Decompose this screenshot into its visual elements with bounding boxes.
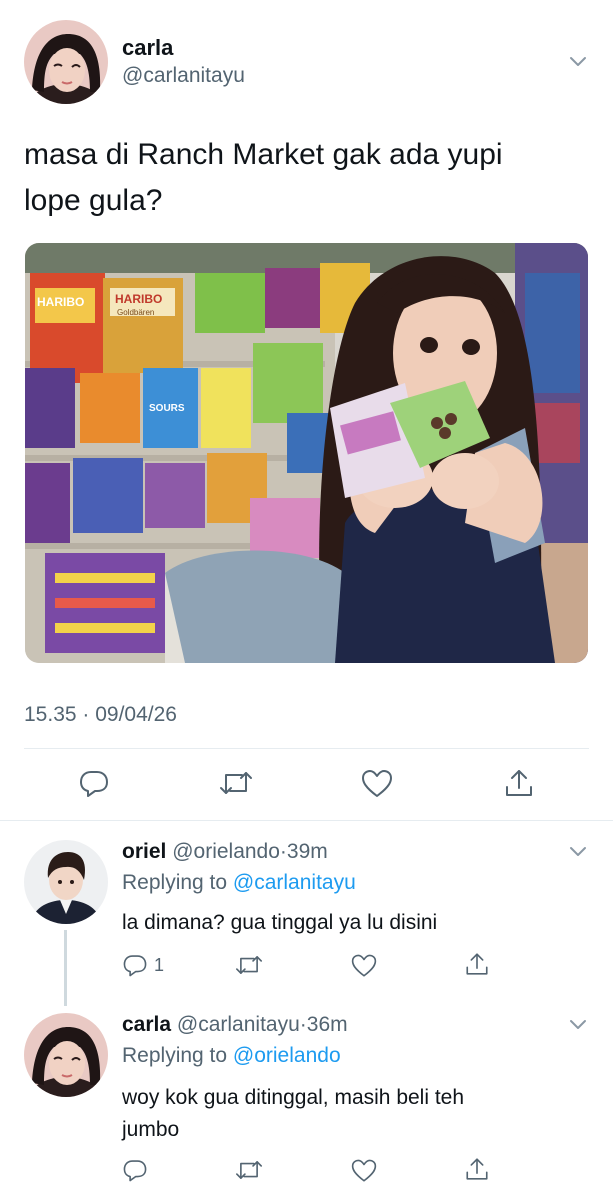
- replying-to-line: Replying to @orielando: [122, 1044, 341, 1068]
- tweet-photo[interactable]: HARIBO HARIBO Goldbären SOURS: [25, 243, 588, 663]
- like-button[interactable]: [360, 768, 394, 805]
- reply-icon: [123, 955, 147, 977]
- photo-label: Goldbären: [117, 308, 154, 317]
- retweet-button[interactable]: [234, 952, 264, 983]
- reply-button[interactable]: [122, 1157, 148, 1188]
- reply-text-line: jumbo: [122, 1118, 180, 1141]
- share-button[interactable]: [464, 951, 490, 982]
- share-icon: [466, 953, 488, 975]
- reply-author-name[interactable]: carla: [122, 1013, 171, 1036]
- photo-image: HARIBO HARIBO Goldbären SOURS: [25, 243, 588, 663]
- reply-text: woy kok gua ditinggal, masih beli teh ju…: [122, 1082, 464, 1146]
- reply-button[interactable]: [78, 767, 110, 804]
- divider: [0, 820, 613, 821]
- photo-label: HARIBO: [115, 292, 162, 306]
- share-button[interactable]: [503, 767, 535, 804]
- avatar-photo: [24, 20, 108, 104]
- author-handle[interactable]: @carlanitayu: [122, 64, 245, 88]
- share-icon: [506, 770, 532, 796]
- separator-dot: ·: [299, 1013, 307, 1036]
- photo-label: SOURS: [149, 403, 185, 414]
- thread-line: [64, 930, 67, 1006]
- retweet-button[interactable]: [218, 767, 254, 804]
- like-icon: [362, 770, 392, 797]
- reply-header: oriel @orielando·39m: [122, 840, 328, 864]
- retweet-icon: [220, 772, 252, 794]
- replying-to-line: Replying to @carlanitayu: [122, 871, 356, 895]
- reply-text: la dimana? gua tinggal ya lu disini: [122, 911, 438, 934]
- chevron-down-icon[interactable]: [568, 845, 588, 859]
- share-button[interactable]: [464, 1156, 490, 1187]
- like-button[interactable]: [350, 953, 378, 984]
- reply-avatar[interactable]: [24, 1013, 108, 1097]
- chevron-down-icon[interactable]: [568, 1018, 588, 1032]
- like-button[interactable]: [350, 1158, 378, 1189]
- replying-to-label: Replying to: [122, 1044, 228, 1067]
- like-icon: [351, 954, 377, 977]
- replying-to-label: Replying to: [122, 871, 228, 894]
- reply-button[interactable]: 1: [122, 952, 164, 978]
- separator-dot: ·: [279, 840, 287, 863]
- reply-count: 1: [154, 954, 165, 975]
- replying-to-link[interactable]: @carlanitayu: [233, 871, 356, 894]
- reply-author-name[interactable]: oriel: [122, 840, 166, 863]
- author-name[interactable]: carla: [122, 35, 173, 61]
- tweet-timestamp[interactable]: 15.35 · 09/04/26: [24, 703, 177, 727]
- like-icon: [351, 1159, 377, 1182]
- reply-author-handle[interactable]: @carlanitayu: [177, 1013, 300, 1036]
- author-avatar[interactable]: [24, 20, 108, 104]
- retweet-icon: [236, 956, 262, 974]
- tweet-text-line: lope gula?: [24, 184, 163, 217]
- reply-time[interactable]: 39m: [287, 840, 328, 863]
- reply-header: carla @carlanitayu·36m: [122, 1013, 348, 1037]
- share-icon: [466, 1158, 488, 1180]
- tweet-text-line: masa di Ranch Market gak ada yupi: [24, 138, 503, 171]
- replying-to-link[interactable]: @orielando: [233, 1044, 341, 1067]
- reply-icon: [123, 1160, 147, 1182]
- reply-text-line: woy kok gua ditinggal, masih beli teh: [122, 1086, 465, 1109]
- photo-label: HARIBO: [37, 295, 84, 309]
- divider: [24, 748, 589, 749]
- retweet-button[interactable]: [234, 1157, 264, 1188]
- chevron-down-icon[interactable]: [568, 55, 588, 69]
- avatar-photo: [24, 1013, 108, 1097]
- reply-author-handle[interactable]: @orielando: [172, 840, 280, 863]
- retweet-icon: [236, 1161, 262, 1179]
- tweet-text: masa di Ranch Market gak ada yupi lope g…: [24, 132, 503, 224]
- reply-time[interactable]: 36m: [307, 1013, 348, 1036]
- reply-avatar[interactable]: [24, 840, 108, 924]
- reply-icon: [80, 771, 108, 797]
- avatar-photo: [24, 840, 108, 924]
